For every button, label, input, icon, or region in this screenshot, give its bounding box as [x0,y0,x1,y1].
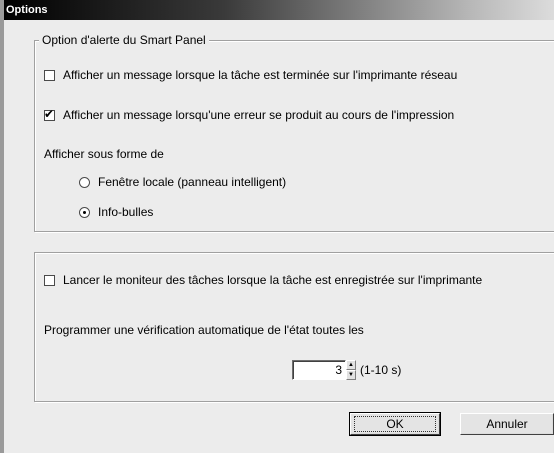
tooltips-option[interactable]: Info-bulles [79,205,153,219]
interval-spinner: 3 ▲ ▼ (1-10 s) [292,360,401,380]
options-dialog: Options Option d'alerte du Smart Panel A… [0,0,554,453]
spin-up-button[interactable]: ▲ [346,360,356,370]
window-title: Options [6,4,48,16]
interval-input[interactable]: 3 [292,360,346,380]
local-window-radio[interactable] [79,176,90,188]
ok-button[interactable]: OK [349,412,441,436]
tooltips-radio[interactable] [79,206,90,218]
job-monitor-label: Lancer le moniteur des tâches lorsque la… [63,273,483,287]
local-window-option[interactable]: Fenêtre locale (panneau intelligent) [79,175,286,189]
radio-selected-dot [83,210,86,214]
arrow-down-icon: ▼ [348,372,354,378]
spin-down-button[interactable]: ▼ [346,370,356,380]
local-window-label: Fenêtre locale (panneau intelligent) [98,175,287,189]
cancel-label: Annuler [486,417,528,431]
error-message-label: Afficher un message lorsqu'une erreur se… [63,108,455,122]
focus-rect [354,416,436,432]
job-monitor-option[interactable]: Lancer le moniteur des tâches lorsque la… [44,273,482,287]
interval-range-label: (1-10 s) [360,363,402,377]
network-message-label: Afficher un message lorsque la tâche est… [63,68,458,82]
tooltips-label: Info-bulles [98,205,154,219]
cancel-button[interactable]: Annuler [460,413,554,435]
network-message-option[interactable]: Afficher un message lorsque la tâche est… [44,68,457,82]
error-message-option[interactable]: ✔ Afficher un message lorsqu'une erreur … [44,106,455,122]
display-as-label: Afficher sous forme de [44,147,164,161]
network-message-checkbox[interactable] [44,69,55,81]
title-bar[interactable]: Options [4,0,554,20]
display-as-text: Afficher sous forme de [44,147,164,161]
check-icon: ✔ [44,106,55,121]
schedule-text: Programmer une vérification automatique … [44,323,364,337]
alert-group-legend: Option d'alerte du Smart Panel [39,33,209,47]
schedule-label: Programmer une vérification automatique … [44,323,364,337]
job-monitor-checkbox[interactable] [44,274,55,286]
arrow-up-icon: ▲ [348,362,354,368]
error-message-checkbox[interactable]: ✔ [44,106,55,121]
spinner-buttons: ▲ ▼ [346,360,356,380]
